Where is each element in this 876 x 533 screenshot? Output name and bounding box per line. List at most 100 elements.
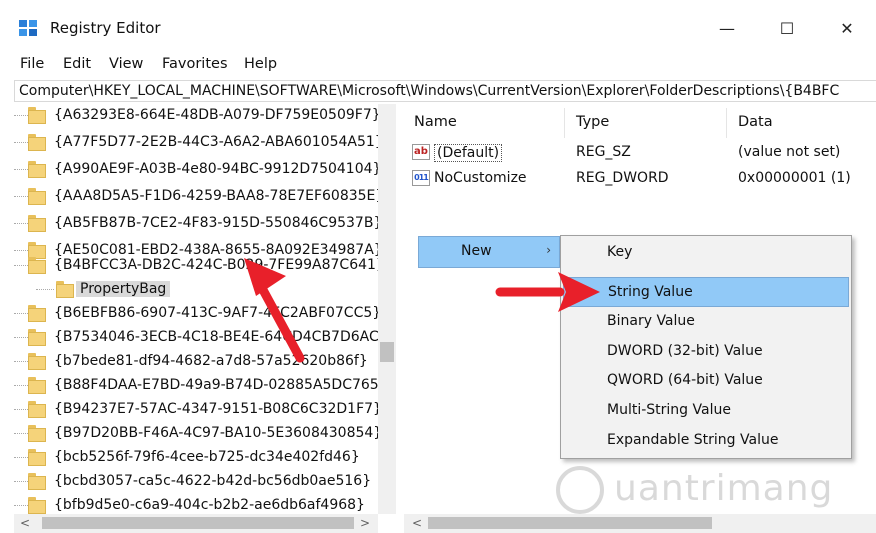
submenu-item-label: QWORD (64-bit) Value	[607, 372, 763, 388]
value-name: (Default)	[434, 144, 503, 162]
tree-vertical-scrollbar[interactable]	[378, 104, 396, 514]
submenu-multi-string-value[interactable]: Multi-String Value	[561, 396, 851, 426]
scroll-left-icon[interactable]: <	[412, 516, 422, 530]
submenu-key[interactable]: Key	[561, 238, 851, 268]
column-header-data[interactable]: Data	[738, 114, 773, 130]
folder-icon	[28, 134, 46, 151]
scroll-thumb[interactable]	[42, 517, 354, 529]
watermark-circle-icon	[556, 466, 604, 514]
tree-item[interactable]: {B88F4DAA-E7BD-49a9-B74D-02885A5DC765}	[14, 374, 394, 398]
tree-item[interactable]: {A63293E8-664E-48DB-A079-DF759E0509F7}	[14, 104, 394, 128]
submenu-dword-value[interactable]: DWORD (32-bit) Value	[561, 337, 851, 367]
menu-help[interactable]: Help	[244, 56, 277, 72]
tree-item-label: {B7534046-3ECB-4C18-BE4E-64CD4CB7D6AC}	[54, 329, 388, 345]
value-data: 0x00000001 (1)	[738, 170, 851, 186]
tree-item[interactable]: {bfb9d5e0-c6a9-404c-b2b2-ae6db6af4968}	[14, 494, 394, 514]
tree-item-label: {B94237E7-57AC-4347-9151-B08C6C32D1F7}	[54, 401, 382, 417]
folder-icon	[56, 281, 74, 298]
tree-item[interactable]: {B94237E7-57AC-4347-9151-B08C6C32D1F7}	[14, 398, 394, 422]
menu-view[interactable]: View	[109, 56, 143, 72]
scroll-left-icon[interactable]: <	[20, 516, 30, 530]
window-title: Registry Editor	[50, 19, 161, 37]
tree-item[interactable]: {bcbd3057-ca5c-4622-b42d-bc56db0ae516}	[14, 470, 394, 494]
folder-icon	[28, 329, 46, 346]
tree-item-label: {A990AE9F-A03B-4e80-94BC-9912D7504104}	[54, 161, 382, 177]
menu-bar: File Edit View Favorites Help	[0, 52, 876, 78]
tree-item-label: {AAA8D5A5-F1D6-4259-BAA8-78E7EF60835E}	[54, 188, 385, 204]
string-value-icon: ab	[412, 144, 430, 160]
submenu-item-label: Binary Value	[607, 313, 695, 329]
submenu-qword-value[interactable]: QWORD (64-bit) Value	[561, 366, 851, 396]
folder-icon	[28, 401, 46, 418]
submenu-item-label: Key	[607, 244, 633, 260]
tree-item[interactable]: {AB5FB87B-7CE2-4F83-915D-550846C9537B}	[14, 212, 394, 236]
menu-favorites[interactable]: Favorites	[162, 56, 228, 72]
title-bar: Registry Editor — ☐ ✕	[0, 0, 876, 52]
tree-item-label: {bcb5256f-79f6-4cee-b725-dc34e402fd46}	[54, 449, 360, 465]
context-menu-new[interactable]: New ›	[418, 236, 560, 268]
folder-icon	[28, 305, 46, 322]
scroll-thumb[interactable]	[428, 517, 712, 529]
submenu-string-value[interactable]: String Value	[563, 277, 849, 307]
tree-item[interactable]: {B6EBFB86-6907-413C-9AF7-4FC2ABF07CC5}	[14, 302, 394, 326]
context-menu-new-label: New	[461, 243, 492, 259]
watermark-logo: uantrimang	[556, 466, 866, 514]
tree-item[interactable]: {A77F5D77-2E2B-44C3-A6A2-ABA601054A51}	[14, 131, 394, 155]
column-header-type[interactable]: Type	[576, 114, 609, 130]
address-bar[interactable]: Computer\HKEY_LOCAL_MACHINE\SOFTWARE\Mic…	[14, 80, 876, 102]
binary-value-icon: 011	[412, 170, 430, 186]
tree-item-label: {B97D20BB-F46A-4C97-BA10-5E3608430854}	[54, 425, 383, 441]
submenu-binary-value[interactable]: Binary Value	[561, 307, 851, 337]
tree-item-label: {bcbd3057-ca5c-4622-b42d-bc56db0ae516}	[54, 473, 372, 489]
folder-icon	[28, 449, 46, 466]
tree-item[interactable]: {A990AE9F-A03B-4e80-94BC-9912D7504104}	[14, 158, 394, 182]
submenu-item-label: String Value	[608, 284, 693, 300]
scroll-right-icon[interactable]: >	[360, 516, 370, 530]
folder-icon	[28, 425, 46, 442]
tree-item-label: PropertyBag	[76, 281, 171, 297]
folder-icon	[28, 161, 46, 178]
submenu-item-label: Expandable String Value	[607, 432, 779, 448]
address-path: Computer\HKEY_LOCAL_MACHINE\SOFTWARE\Mic…	[19, 83, 840, 99]
submenu-item-label: DWORD (32-bit) Value	[607, 343, 763, 359]
folder-icon	[28, 497, 46, 514]
folder-icon	[28, 188, 46, 205]
folder-icon	[28, 257, 46, 274]
tree-item[interactable]: {b7bede81-df94-4682-a7d8-57a52620b86f}	[14, 350, 394, 374]
tree-item[interactable]: {AAA8D5A5-F1D6-4259-BAA8-78E7EF60835E}	[14, 185, 394, 209]
value-type: REG_SZ	[576, 144, 631, 160]
watermark-text: uantrimang	[614, 468, 834, 509]
submenu-expandable-string-value[interactable]: Expandable String Value	[561, 426, 851, 456]
folder-icon	[28, 215, 46, 232]
value-name: NoCustomize	[434, 170, 527, 186]
value-row-nocustomize[interactable]: 011 NoCustomize REG_DWORD 0x00000001 (1)	[404, 167, 876, 191]
tree-horizontal-scrollbar[interactable]: < >	[14, 514, 378, 533]
tree-item-label: {A77F5D77-2E2B-44C3-A6A2-ABA601054A51}	[54, 134, 384, 150]
tree-item[interactable]: {B7534046-3ECB-4C18-BE4E-64CD4CB7D6AC}	[14, 326, 394, 350]
tree-item-label: {B4BFCC3A-DB2C-424C-B029-7FE99A87C641}	[54, 257, 385, 273]
folder-icon	[28, 107, 46, 124]
column-header-name[interactable]: Name	[414, 114, 457, 130]
folder-icon	[28, 377, 46, 394]
key-tree: {A63293E8-664E-48DB-A079-DF759E0509F7} {…	[14, 104, 396, 514]
menu-file[interactable]: File	[20, 56, 44, 72]
registry-editor-icon	[19, 20, 37, 36]
close-button[interactable]: ✕	[824, 8, 870, 48]
menu-edit[interactable]: Edit	[63, 56, 91, 72]
tree-item-label: {B6EBFB86-6907-413C-9AF7-4FC2ABF07CC5}	[54, 305, 382, 321]
folder-icon	[28, 353, 46, 370]
tree-item-label: {B88F4DAA-E7BD-49a9-B74D-02885A5DC765}	[54, 377, 388, 393]
tree-item[interactable]: {B97D20BB-F46A-4C97-BA10-5E3608430854}	[14, 422, 394, 446]
value-type: REG_DWORD	[576, 170, 669, 186]
tree-item-propertybag[interactable]: PropertyBag	[14, 278, 394, 302]
tree-item-label: {bfb9d5e0-c6a9-404c-b2b2-ae6db6af4968}	[54, 497, 365, 513]
maximize-button[interactable]: ☐	[764, 8, 810, 48]
scroll-thumb[interactable]	[380, 342, 394, 362]
tree-item-label: {AB5FB87B-7CE2-4F83-915D-550846C9537B}	[54, 215, 383, 231]
tree-item-selected[interactable]: {B4BFCC3A-DB2C-424C-B029-7FE99A87C641}	[14, 254, 394, 278]
tree-item[interactable]: {bcb5256f-79f6-4cee-b725-dc34e402fd46}	[14, 446, 394, 470]
new-submenu: Key String Value Binary Value DWORD (32-…	[560, 235, 852, 459]
value-row-default[interactable]: ab (Default) REG_SZ (value not set)	[404, 141, 876, 165]
values-horizontal-scrollbar[interactable]: <	[404, 514, 876, 533]
minimize-button[interactable]: —	[704, 8, 750, 48]
